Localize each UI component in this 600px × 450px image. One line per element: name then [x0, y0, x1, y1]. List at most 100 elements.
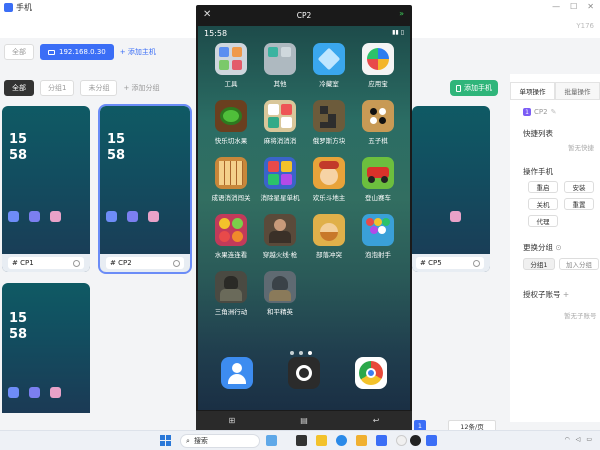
app-taskbar-icon[interactable] — [376, 435, 387, 446]
app-store-icon — [362, 43, 394, 75]
group1-chip[interactable]: 分组1 — [40, 80, 75, 96]
panel-tabs: 单项操作 批量操作 — [510, 82, 600, 100]
app-doudizhu[interactable]: 欢乐斗地主 — [306, 157, 352, 202]
phone-card-cp1[interactable]: 15 58 # CP1 — [2, 106, 90, 272]
mahjong-icon — [264, 100, 296, 132]
help-icon[interactable]: ⊙ — [555, 243, 561, 252]
auth-account-label: 授权子账号 — [523, 290, 561, 299]
phone-screen[interactable]: 15:58 ▮▮ ▯ 工具 其他 冷藏室 应用宝 快乐切水果 麻将消消消 俄罗斯… — [198, 26, 410, 410]
add-group-link[interactable]: + 添加分组 — [123, 83, 159, 93]
idiom-grid-icon — [215, 157, 247, 189]
card-label[interactable]: # CP5 — [416, 257, 484, 269]
windows-start-icon[interactable] — [160, 435, 171, 446]
change-group-label: 更换分组 — [523, 243, 553, 252]
app-gomoku[interactable]: 五子棋 — [355, 100, 401, 145]
reboot-button[interactable]: 重启 — [528, 181, 558, 193]
app-clash-of-clans[interactable]: 部落冲突 — [306, 214, 352, 259]
chrome-taskbar-icon[interactable] — [396, 435, 407, 446]
app-star-pop[interactable]: 消除星星单机 — [257, 157, 303, 202]
volume-icon[interactable]: ◁ — [576, 436, 581, 443]
app-name: 欢乐斗地主 — [312, 194, 346, 202]
app-cold-storage[interactable]: 冷藏室 — [306, 43, 352, 88]
app-idiom-puzzle[interactable]: 成语消消闯关 — [208, 157, 254, 202]
add-phone-label: 添加手机 — [464, 84, 492, 92]
card-label-text: # CP2 — [110, 259, 132, 267]
close-icon[interactable]: ✕ — [203, 9, 211, 20]
phone-clock: 15:58 — [204, 29, 228, 38]
app-peace-elite[interactable]: 和平精英 — [257, 271, 303, 316]
edit-icon[interactable]: ✎ — [551, 108, 557, 116]
phone-card-cp5[interactable]: # CP5 — [412, 106, 490, 272]
contacts-app-icon[interactable] — [221, 357, 253, 389]
link-icon[interactable] — [473, 259, 480, 267]
phone-status-icons: ▮▮ ▯ — [392, 29, 404, 36]
app-name: 部落冲突 — [316, 251, 342, 259]
app-fruit-cut[interactable]: 快乐切水果 — [208, 100, 254, 145]
phone-manager-taskbar-icon[interactable] — [426, 435, 437, 446]
shutdown-button[interactable]: 关机 — [528, 198, 558, 210]
badge-number: 1 — [523, 108, 531, 116]
app-crossfire[interactable]: 穿越火线·枪 — [257, 214, 303, 259]
phone-icon — [456, 84, 461, 92]
group-all-chip[interactable]: 全部 — [4, 80, 34, 96]
page-dot — [299, 351, 303, 355]
close-window-button[interactable]: ✕ — [587, 2, 594, 11]
maximize-button[interactable]: ☐ — [570, 2, 577, 11]
back-icon[interactable]: ↩ — [373, 416, 380, 425]
proxy-button[interactable]: 代理 — [528, 215, 558, 227]
change-group-title: 更换分组 ⊙ — [523, 242, 562, 253]
store-icon[interactable] — [356, 435, 367, 446]
current-group-chip[interactable]: 分组1 — [523, 258, 555, 270]
app-other-folder[interactable]: 其他 — [257, 43, 303, 88]
minimize-button[interactable]: — — [552, 2, 560, 11]
app-delta-force[interactable]: 三角洲行动 — [208, 271, 254, 316]
install-button[interactable]: 安装 — [564, 181, 594, 193]
edge-icon[interactable] — [336, 435, 347, 446]
app-mahjong[interactable]: 麻将消消消 — [257, 100, 303, 145]
wifi-icon[interactable]: ◠ — [564, 436, 569, 443]
reset-button[interactable]: 重置 — [564, 198, 594, 210]
expand-icon[interactable]: » — [399, 9, 404, 18]
chrome-app-icon[interactable] — [355, 357, 387, 389]
host-chip[interactable]: 192.168.0.30 — [40, 44, 114, 60]
app-bubble-shooter[interactable]: 泡泡射手 — [355, 214, 401, 259]
link-icon[interactable] — [73, 259, 80, 267]
card-label[interactable]: # CP2 — [106, 257, 184, 269]
folder-icon — [215, 43, 247, 75]
add-phone-button[interactable]: 添加手机 — [450, 80, 498, 96]
app-fruit-link[interactable]: 水果连连看 — [208, 214, 254, 259]
ungrouped-chip[interactable]: 未分组 — [80, 80, 118, 96]
add-host-link[interactable]: + 添加主机 — [120, 47, 156, 57]
link-icon[interactable] — [173, 259, 180, 267]
app-tetris[interactable]: 俄罗斯方块 — [306, 100, 352, 145]
app-yingyongbao[interactable]: 应用宝 — [355, 43, 401, 88]
host-all-chip[interactable]: 全部 — [4, 44, 34, 60]
qq-icon[interactable] — [410, 435, 421, 446]
join-group-button[interactable]: 加入分组 — [559, 258, 599, 270]
card-label-text: # CP5 — [420, 259, 442, 267]
plus-icon[interactable]: + — [563, 290, 569, 299]
file-explorer-icon[interactable] — [316, 435, 327, 446]
camera-app-icon[interactable] — [288, 357, 320, 389]
menu-icon[interactable]: ⊞ — [229, 416, 236, 425]
cube-icon — [313, 43, 345, 75]
tab-batch-operation[interactable]: 批量操作 — [555, 82, 600, 100]
phone-window-titlebar: ✕ CP2 » — [196, 5, 412, 25]
home-icon[interactable]: ▤ — [300, 416, 308, 425]
task-view-icon[interactable] — [296, 435, 307, 446]
phone-card-4[interactable]: 15 58 — [2, 283, 90, 413]
app-icon — [50, 211, 61, 222]
phone-card-cp2[interactable]: 15 58 # CP2 — [98, 104, 192, 274]
widgets-icon[interactable] — [266, 435, 277, 446]
battery-icon[interactable]: ▭ — [586, 436, 592, 443]
card-label[interactable]: # CP1 — [8, 257, 84, 269]
app-name: 麻将消消消 — [263, 137, 297, 145]
app-tools-folder[interactable]: 工具 — [208, 43, 254, 88]
bubbles-icon — [362, 214, 394, 246]
app-hill-climb[interactable]: 登山赛车 — [355, 157, 401, 202]
page-indicator — [290, 351, 312, 355]
tab-single-operation[interactable]: 单项操作 — [510, 82, 555, 100]
windows-taskbar: ⌕ 搜索 ◠ ◁ ▭ — [0, 430, 600, 450]
window-controls: — ☐ ✕ — [552, 2, 594, 11]
taskbar-search[interactable]: ⌕ 搜索 — [180, 434, 260, 448]
